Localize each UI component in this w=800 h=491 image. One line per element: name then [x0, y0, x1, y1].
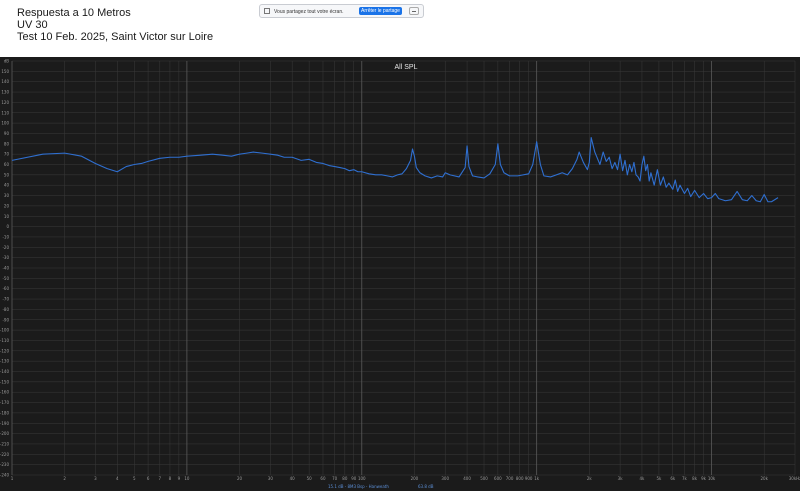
- x-tick-label: 600: [494, 476, 502, 481]
- screen-share-message: Vous partagez tout votre écran.: [274, 9, 344, 15]
- x-tick-label: 10k: [708, 476, 716, 481]
- chart-background: [0, 57, 800, 482]
- y-tick-label: -170: [0, 400, 9, 405]
- y-tick-label: -30: [2, 255, 9, 260]
- y-tick-label: -160: [0, 390, 9, 395]
- x-tick-label: 8: [169, 476, 172, 481]
- x-tick-label: 90: [351, 476, 357, 481]
- y-tick-label: -10: [2, 234, 9, 239]
- plot-title: All SPL: [395, 64, 418, 71]
- x-tick-label: 4: [116, 476, 119, 481]
- y-tick-label: -200: [0, 431, 9, 436]
- chart-panel: dB 150 140 130 120 110 100 90 80 70 60 50 40 30 20 10 0-…: [0, 57, 800, 491]
- y-tick-label: 90: [4, 131, 10, 136]
- y-tick-label: 80: [4, 141, 10, 146]
- x-tick-label: 70: [332, 476, 338, 481]
- x-tick-label: 40: [290, 476, 296, 481]
- y-tick-label: -80: [2, 307, 9, 312]
- y-tick-label: -70: [2, 297, 9, 302]
- y-tick-label: 20: [4, 203, 10, 208]
- x-tick-label: 9k: [701, 476, 707, 481]
- x-tick-label: 200: [411, 476, 419, 481]
- x-tick-label: 2k: [587, 476, 593, 481]
- x-tick-label: 5: [133, 476, 136, 481]
- x-tick-label: 1: [11, 476, 14, 481]
- x-tick-label: 7k: [682, 476, 688, 481]
- x-tick-label: 1k: [534, 476, 540, 481]
- y-tick-label: -240: [0, 473, 9, 478]
- grid-lines: [11, 60, 796, 476]
- x-tick-label: 100: [358, 476, 366, 481]
- x-tick-label: 6k: [670, 476, 676, 481]
- x-tick-label: 20k: [761, 476, 769, 481]
- status-left-text: 15.1 dB - 8M3 Bsp - Hanweath: [328, 484, 389, 489]
- x-tick-label: 60: [320, 476, 326, 481]
- x-tick-label: 5k: [656, 476, 662, 481]
- x-tick-label: 8k: [692, 476, 698, 481]
- y-tick-label: -230: [0, 462, 9, 467]
- x-tick-label: 6: [147, 476, 150, 481]
- spl-chart: dB1501401301201101009080706050403020100-…: [0, 57, 800, 482]
- y-tick-label: 120: [1, 100, 9, 105]
- y-tick-label: -210: [0, 441, 9, 446]
- x-tick-label: 4k: [640, 476, 646, 481]
- y-tick-label: 130: [1, 90, 9, 95]
- y-tick-label: -140: [0, 369, 9, 374]
- y-tick-label: -40: [2, 266, 9, 271]
- x-tick-label: 30: [268, 476, 274, 481]
- y-tick-label: -90: [2, 317, 9, 322]
- y-tick-label: 140: [1, 79, 9, 84]
- y-tick-label: -50: [2, 276, 9, 281]
- x-tick-label: 80: [342, 476, 348, 481]
- status-bar: 15.1 dB - 8M3 Bsp - Hanweath 63.8 dB: [0, 482, 800, 491]
- x-tick-label: 20: [237, 476, 243, 481]
- y-tick-label: 70: [4, 152, 10, 157]
- y-tick-label: -190: [0, 421, 9, 426]
- y-tick-label: 60: [4, 162, 10, 167]
- y-tick-label: -220: [0, 452, 9, 457]
- x-tick-label: 500: [480, 476, 488, 481]
- y-tick-label: -120: [0, 348, 9, 353]
- x-tick-label: 30kHz: [789, 476, 800, 481]
- y-tick-label: -180: [0, 410, 9, 415]
- status-right-text: 63.8 dB: [418, 484, 434, 489]
- y-tick-label: 50: [4, 172, 10, 177]
- hide-notification-button[interactable]: [409, 7, 419, 15]
- x-tick-label: 10: [184, 476, 190, 481]
- y-tick-label: -60: [2, 286, 9, 291]
- y-tick-label: -110: [0, 338, 9, 343]
- y-tick-label: 110: [1, 110, 9, 115]
- x-tick-label: 7: [159, 476, 162, 481]
- y-tick-label: -150: [0, 379, 9, 384]
- y-tick-label: 10: [4, 214, 10, 219]
- y-tick-label: -100: [0, 328, 9, 333]
- x-tick-label: 700: [506, 476, 514, 481]
- y-tick-label: -130: [0, 359, 9, 364]
- x-tick-label: 300: [441, 476, 449, 481]
- y-tick-label: 40: [4, 183, 10, 188]
- x-tick-label: 9: [178, 476, 181, 481]
- chart-header: Respuesta a 10 Metros UV 30 Test 10 Feb.…: [0, 0, 800, 57]
- y-tick-label: 100: [1, 121, 9, 126]
- y-tick-label: dB: [4, 59, 10, 64]
- y-tick-label: -20: [2, 245, 9, 250]
- x-tick-label: 900: [525, 476, 533, 481]
- x-tick-label: 50: [307, 476, 313, 481]
- y-tick-label: 30: [4, 193, 10, 198]
- x-tick-label: 400: [463, 476, 471, 481]
- x-tick-label: 800: [516, 476, 524, 481]
- chart-title-line-3: Test 10 Feb. 2025, Saint Victor sur Loir…: [17, 31, 214, 43]
- stop-sharing-button[interactable]: Arrêter le partage: [359, 7, 402, 15]
- y-tick-label: 150: [1, 69, 9, 74]
- screen-share-icon: [264, 8, 270, 14]
- x-tick-label: 3k: [618, 476, 624, 481]
- screen-share-notification: Vous partagez tout votre écran. Arrêter …: [259, 4, 424, 18]
